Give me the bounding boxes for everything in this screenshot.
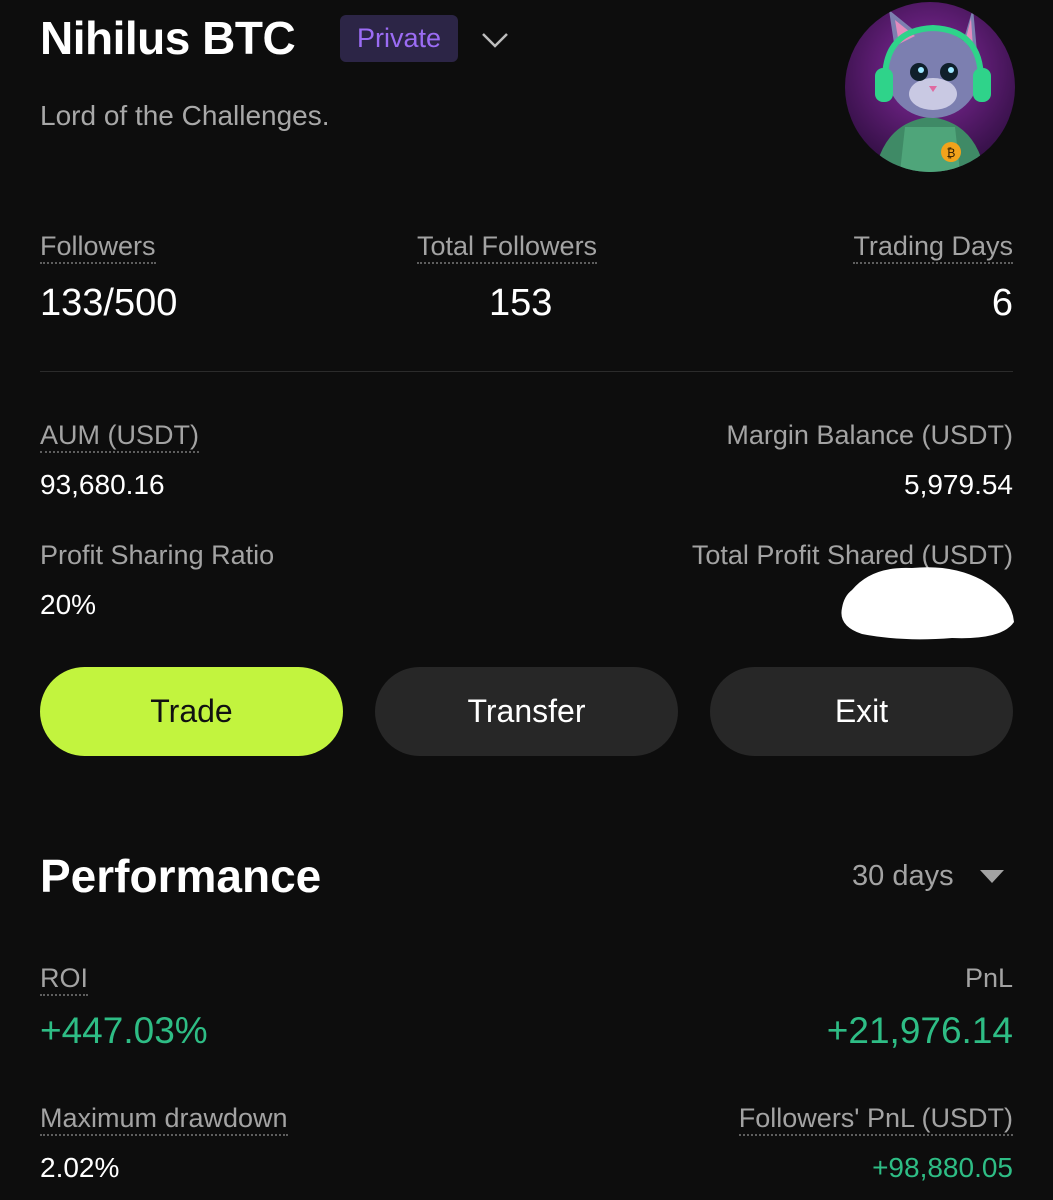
transfer-button[interactable]: Transfer — [375, 667, 678, 756]
followers-stat: Followers — [40, 229, 156, 264]
total-followers-label[interactable]: Total Followers — [417, 231, 598, 264]
followers-value: 133/500 — [40, 282, 178, 324]
redaction-mark — [832, 560, 1022, 650]
profit-sharing-ratio-value: 20% — [40, 589, 97, 620]
divider — [40, 371, 1013, 372]
margin-balance-value: 5,979.54 — [904, 469, 1013, 500]
roi-value: +447.03% — [40, 1010, 208, 1051]
total-followers-value: 153 — [489, 282, 553, 324]
max-drawdown-value: 2.02% — [40, 1152, 120, 1183]
followers-pnl-label[interactable]: Followers' PnL (USDT) — [738, 1103, 1013, 1136]
aum-stat: AUM (USDT) — [40, 418, 199, 453]
pnl-value: +21,976.14 — [826, 1010, 1013, 1051]
roi-stat: ROI — [40, 961, 89, 996]
trading-days-value: 6 — [991, 282, 1013, 324]
total-followers-stat: Total Followers — [417, 229, 598, 264]
range-selector[interactable]: 30 days — [852, 858, 954, 894]
aum-value: 93,680.16 — [40, 469, 165, 500]
drawdown-stat: Maximum drawdown — [40, 1101, 288, 1136]
profit-sharing-ratio-label: Profit Sharing Ratio — [40, 540, 275, 570]
exit-button[interactable]: Exit — [710, 667, 1013, 756]
svg-text:₿: ₿ — [947, 146, 956, 160]
followers-pnl-stat: Followers' PnL (USDT) — [738, 1101, 1013, 1136]
margin-balance-label: Margin Balance (USDT) — [726, 420, 1013, 450]
followers-label[interactable]: Followers — [40, 231, 156, 264]
performance-title: Performance — [40, 850, 322, 902]
roi-label[interactable]: ROI — [40, 963, 89, 996]
max-drawdown-label[interactable]: Maximum drawdown — [40, 1103, 288, 1136]
caret-down-icon[interactable] — [978, 866, 1006, 886]
privacy-badge: Private — [340, 15, 458, 62]
pnl-label: PnL — [964, 963, 1013, 993]
trading-days-stat: Trading Days — [853, 229, 1013, 264]
followers-pnl-value: +98,880.05 — [872, 1152, 1013, 1183]
chevron-down-icon[interactable] — [478, 22, 512, 56]
aum-label[interactable]: AUM (USDT) — [40, 420, 199, 453]
profile-subtitle: Lord of the Challenges. — [40, 100, 330, 131]
page-title: Nihilus BTC — [40, 12, 296, 64]
trading-days-label[interactable]: Trading Days — [853, 231, 1013, 264]
trade-button[interactable]: Trade — [40, 667, 343, 756]
avatar[interactable]: ₿ — [845, 2, 1015, 172]
